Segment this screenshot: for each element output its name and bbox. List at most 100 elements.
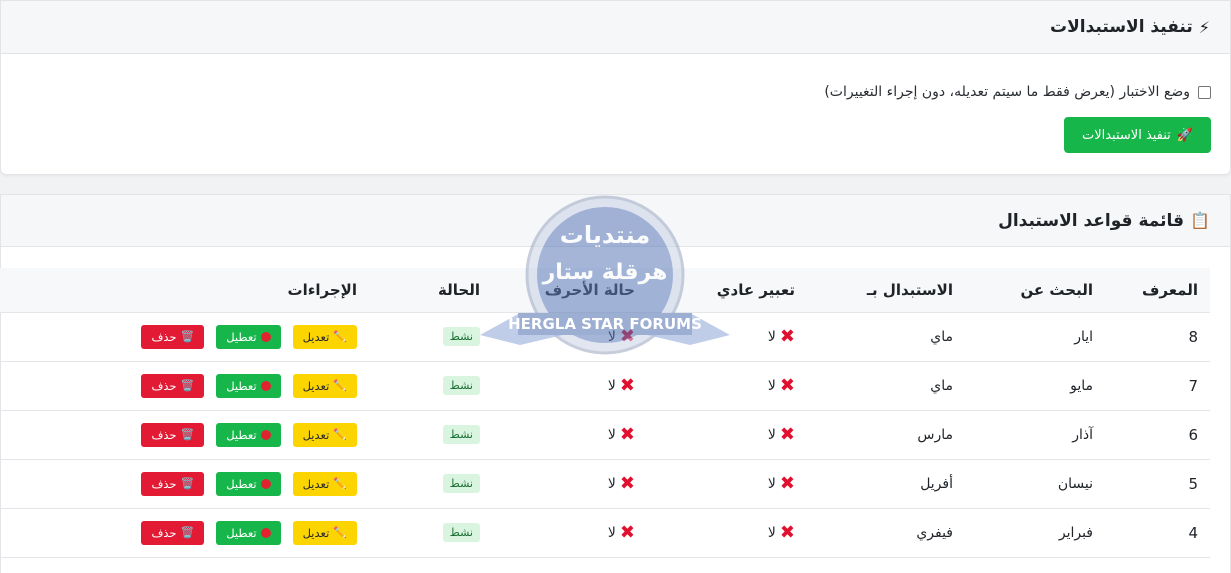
lightning-icon: ⚡ [1198, 17, 1210, 37]
red-dot-icon [260, 429, 271, 440]
cross-icon: ✖ [619, 522, 635, 543]
red-dot-icon [260, 527, 271, 538]
rocket-icon: 🚀 [1176, 127, 1193, 143]
cell-replace: فيفري [805, 508, 965, 558]
edit-button[interactable]: ✏️ تعديل [292, 422, 357, 447]
disable-button[interactable]: تعطيل [216, 422, 281, 447]
table-header-row: المعرف البحث عن الاستبدال بـ تعبير عادي … [0, 268, 1210, 313]
delete-button[interactable]: 🗑️ حذف [141, 373, 205, 398]
edit-label: تعديل [302, 329, 330, 344]
cell-search: فبراير [1058, 524, 1093, 541]
cell-case: لا [607, 426, 616, 443]
test-mode-checkbox[interactable] [1198, 85, 1211, 99]
cell-replace: مارس [805, 410, 965, 460]
edit-label: تعديل [302, 378, 330, 393]
pencil-icon: ✏️ [333, 330, 347, 343]
pencil-icon: ✏️ [333, 477, 347, 490]
cell-regex: لا [767, 377, 776, 394]
run-replacements-button[interactable]: 🚀 تنفيذ الاستبدالات [1063, 117, 1211, 153]
cell-replace: أفريل [805, 459, 965, 509]
cross-icon: ✖ [779, 375, 795, 396]
delete-label: حذف [151, 476, 177, 491]
edit-label: تعديل [302, 525, 330, 540]
edit-button[interactable]: ✏️ تعديل [292, 471, 357, 496]
cell-id: 6 [1105, 410, 1210, 460]
cell-search: مايو [1070, 377, 1093, 394]
disable-label: تعطيل [226, 427, 257, 442]
test-mode-row[interactable]: وضع الاختبار (يعرض فقط ما سيتم تعديله، د… [1, 84, 1211, 100]
cell-search: ايار [1074, 328, 1093, 345]
pencil-icon: ✏️ [333, 526, 347, 539]
disable-button[interactable]: تعطيل [216, 324, 281, 349]
disable-label: تعطيل [226, 476, 257, 491]
cross-icon: ✖ [779, 522, 795, 543]
disable-button[interactable]: تعطيل [216, 520, 281, 545]
cell-regex: لا [767, 426, 776, 443]
edit-label: تعديل [302, 427, 330, 442]
cell-case: لا [607, 524, 616, 541]
edit-button[interactable]: ✏️ تعديل [292, 324, 357, 349]
cross-icon: ✖ [619, 326, 635, 347]
disable-button[interactable]: تعطيل [216, 471, 281, 496]
cell-case: لا [607, 328, 616, 345]
rules-list-header: 📋 قائمة قواعد الاستبدال [1, 195, 1230, 247]
status-badge: نشط [442, 474, 480, 493]
edit-button[interactable]: ✏️ تعديل [292, 373, 357, 398]
status-badge: نشط [442, 376, 480, 395]
trash-icon: 🗑️ [180, 526, 195, 539]
apply-replacements-header: ⚡ تنفيذ الاستبدالات [1, 1, 1230, 54]
table-row: 8 ايار ماي ✖ لا ✖ لا نشط ✏️ تعديل تعطيل 🗑️ ح… [0, 312, 1210, 362]
rules-list-title: قائمة قواعد الاستبدال [998, 210, 1185, 231]
cell-id: 4 [1105, 508, 1210, 558]
apply-replacements-title: تنفيذ الاستبدالات [1050, 17, 1193, 37]
edit-button[interactable]: ✏️ تعديل [292, 520, 357, 545]
trash-icon: 🗑️ [180, 477, 195, 490]
delete-button[interactable]: 🗑️ حذف [141, 324, 205, 349]
pencil-icon: ✏️ [333, 379, 347, 392]
disable-label: تعطيل [226, 329, 257, 344]
table-row: 7 مايو ماي ✖ لا ✖ لا نشط ✏️ تعديل تعطيل 🗑️ ح… [0, 361, 1210, 411]
col-header-regex: تعبير عادي [645, 268, 805, 313]
red-dot-icon [260, 331, 271, 342]
disable-button[interactable]: تعطيل [216, 373, 281, 398]
col-header-search: البحث عن [965, 268, 1105, 313]
clipboard-icon: 📋 [1190, 211, 1210, 230]
delete-label: حذف [151, 525, 177, 540]
cross-icon: ✖ [779, 326, 795, 347]
table-row: 5 نيسان أفريل ✖ لا ✖ لا نشط ✏️ تعديل تعطيل … [0, 459, 1210, 509]
cell-case: لا [607, 475, 616, 492]
delete-button[interactable]: 🗑️ حذف [141, 471, 205, 496]
col-header-actions: الإجراءات [0, 268, 367, 313]
status-badge: نشط [442, 523, 480, 542]
cell-search: نيسان [1057, 475, 1093, 492]
cell-replace: ماي [805, 312, 965, 362]
edit-label: تعديل [302, 476, 330, 491]
rules-list-card: 📋 قائمة قواعد الاستبدال المعرف البحث عن … [0, 194, 1231, 573]
pencil-icon: ✏️ [333, 428, 347, 441]
red-dot-icon [260, 478, 271, 489]
test-mode-label[interactable]: وضع الاختبار (يعرض فقط ما سيتم تعديله، د… [824, 84, 1190, 100]
delete-button[interactable]: 🗑️ حذف [141, 422, 205, 447]
cell-replace: ماي [805, 361, 965, 411]
disable-label: تعطيل [226, 525, 257, 540]
cross-icon: ✖ [619, 473, 635, 494]
delete-button[interactable]: 🗑️ حذف [141, 520, 205, 545]
trash-icon: 🗑️ [180, 330, 195, 343]
status-badge: نشط [442, 327, 480, 346]
cross-icon: ✖ [619, 375, 635, 396]
cross-icon: ✖ [619, 424, 635, 445]
cell-id: 7 [1105, 361, 1210, 411]
cross-icon: ✖ [779, 473, 795, 494]
red-dot-icon [260, 380, 271, 391]
table-row: 6 آذار مارس ✖ لا ✖ لا نشط ✏️ تعديل تعطيل 🗑️… [0, 410, 1210, 460]
apply-replacements-card: ⚡ تنفيذ الاستبدالات وضع الاختبار (يعرض ف… [0, 0, 1231, 175]
cell-regex: لا [767, 524, 776, 541]
rules-table: المعرف البحث عن الاستبدال بـ تعبير عادي … [0, 268, 1210, 558]
delete-label: حذف [151, 427, 177, 442]
col-header-id: المعرف [1105, 268, 1210, 313]
col-header-replace: الاستبدال بـ [805, 268, 965, 313]
col-header-status: الحالة [367, 268, 490, 313]
cell-case: لا [607, 377, 616, 394]
status-badge: نشط [442, 425, 480, 444]
trash-icon: 🗑️ [180, 428, 195, 441]
